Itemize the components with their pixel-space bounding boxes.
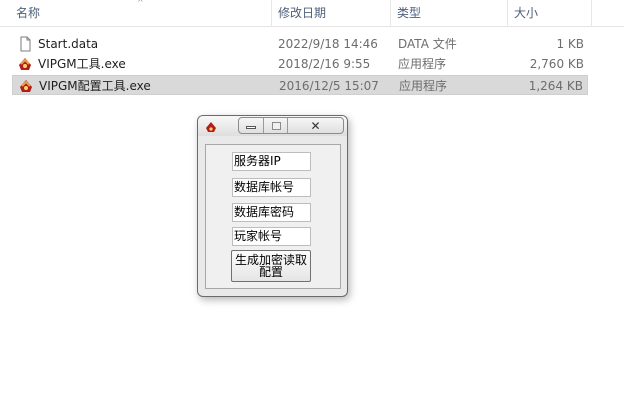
file-row-vipgm-config-tool[interactable]: VIPGM配置工具.exe 2016/12/5 15:07 应用程序 1,264… <box>12 75 588 95</box>
dialog-client-area: 服务器IP 数据库帐号 数据库密码 玩家帐号 生成加密读取 配置 <box>205 144 341 289</box>
server-ip-field[interactable]: 服务器IP <box>232 152 311 171</box>
database-account-field[interactable]: 数据库帐号 <box>232 178 311 197</box>
column-date-header[interactable]: 修改日期 <box>272 0 391 27</box>
file-type: DATA 文件 <box>398 37 457 51</box>
file-date: 2016/12/5 15:07 <box>279 79 379 93</box>
file-type: 应用程序 <box>399 79 448 93</box>
file-name: Start.data <box>38 37 99 51</box>
window-controls: ✕ <box>238 117 344 134</box>
file-size: 2,760 KB <box>529 57 584 71</box>
file-explorer-screen: 名称 修改日期 类型 大小 ^ Start.data 2022/9/18 14:… <box>0 0 624 419</box>
sort-ascending-icon: ^ <box>137 0 144 7</box>
file-name: VIPGM配置工具.exe <box>39 79 151 93</box>
config-dialog: ✕ 服务器IP 数据库帐号 数据库密码 玩家帐号 生成加密读取 配置 <box>197 115 348 297</box>
file-row-start-data[interactable]: Start.data 2022/9/18 14:46 DATA 文件 1 KB <box>12 34 588 54</box>
database-password-field[interactable]: 数据库密码 <box>232 203 311 222</box>
file-size: 1 KB <box>556 37 584 51</box>
file-size: 1,264 KB <box>528 79 583 93</box>
column-header-bar: 名称 修改日期 类型 大小 ^ <box>0 0 624 27</box>
player-account-field[interactable]: 玩家帐号 <box>232 227 311 246</box>
column-name-header[interactable]: 名称 <box>0 0 272 27</box>
close-button[interactable]: ✕ <box>288 118 343 133</box>
file-date: 2022/9/18 14:46 <box>278 37 378 51</box>
column-size-header[interactable]: 大小 <box>508 0 592 27</box>
minimize-icon <box>246 126 256 129</box>
maximize-button[interactable] <box>264 118 289 133</box>
file-row-vipgm-tool[interactable]: VIPGM工具.exe 2018/2/16 9:55 应用程序 2,760 KB <box>12 54 588 74</box>
document-icon <box>20 36 31 52</box>
application-icon <box>20 80 32 92</box>
application-icon <box>19 58 31 70</box>
minimize-button[interactable] <box>239 118 264 133</box>
file-name: VIPGM工具.exe <box>38 57 126 71</box>
close-icon: ✕ <box>310 119 321 133</box>
generate-encrypted-config-button[interactable]: 生成加密读取 配置 <box>231 250 311 282</box>
maximize-icon <box>271 122 281 130</box>
dialog-title-bar[interactable]: ✕ <box>198 116 347 136</box>
file-date: 2018/2/16 9:55 <box>278 57 371 71</box>
file-type: 应用程序 <box>398 57 447 71</box>
column-type-header[interactable]: 类型 <box>391 0 508 27</box>
app-icon <box>206 122 216 132</box>
